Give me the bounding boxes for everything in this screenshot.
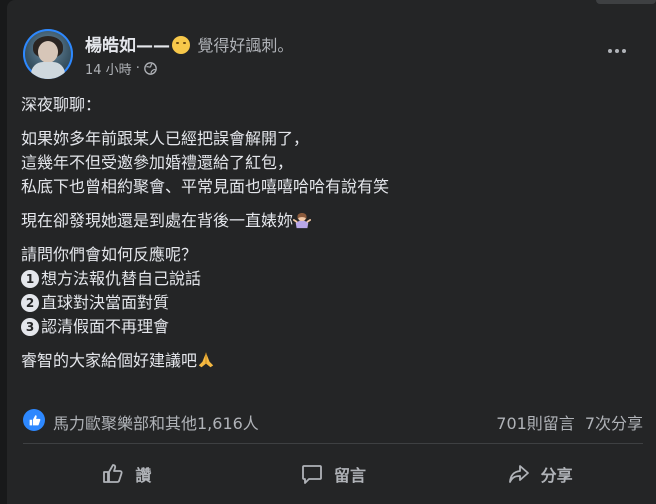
post-header: 楊皓如—— 覺得好諷刺。 14 小時 · <box>23 29 643 81</box>
post-line: 如果妳多年前跟某人已經把誤會解開了， <box>21 129 310 148</box>
option-text: 認清假面不再理會 <box>41 317 170 336</box>
feeling-text: 覺得好諷刺。 <box>197 36 294 55</box>
author-name[interactable]: 楊皓如—— <box>85 36 170 56</box>
action-bar: 讚 留言 分享 <box>23 452 643 496</box>
like-icon <box>103 464 123 483</box>
folded-hands-emoji-icon <box>198 352 214 368</box>
page-left-strip <box>0 0 7 504</box>
option-text: 直球對決當面對質 <box>41 293 170 312</box>
shares-count[interactable]: 7次分享 <box>585 410 643 434</box>
public-globe-icon[interactable] <box>143 62 157 75</box>
keycap-one-icon: 1 <box>21 270 39 288</box>
keycap-three-icon: 3 <box>21 318 39 336</box>
option-text: 想方法報仇替自己說話 <box>41 269 202 288</box>
post-line: 請問你們會如何反應呢？ <box>21 245 198 264</box>
post-meta: 14 小時 · <box>85 59 157 78</box>
stats-divider <box>23 443 643 444</box>
comment-button[interactable]: 留言 <box>230 452 437 496</box>
post-body: 深夜聊聊： 如果妳多年前跟某人已經把誤會解開了， 這幾年不但受邀參加婚禮還給了紅… <box>21 93 641 383</box>
shrug-woman-emoji-icon <box>293 213 312 229</box>
post-paragraph: 現在卻發現她還是到處在背後一直婊妳 <box>21 211 294 230</box>
scroll-edge <box>596 0 656 4</box>
comment-icon <box>302 465 322 484</box>
meta-separator: · <box>135 61 140 76</box>
more-dots-icon[interactable] <box>599 39 635 63</box>
reactions-count[interactable]: 馬力歐聚樂部和其他1,616人 <box>53 410 259 434</box>
post-timestamp[interactable]: 14 小時 <box>85 59 132 78</box>
feeling-emoji-icon <box>172 36 190 54</box>
post-card: 楊皓如—— 覺得好諷刺。 14 小時 · 深夜聊聊： 如果妳多年前跟某人已經把誤… <box>7 0 656 504</box>
keycap-two-icon: 2 <box>21 294 39 312</box>
engagement-counts: 701則留言 7次分享 <box>496 410 643 434</box>
share-icon <box>508 465 529 483</box>
post-line: 這幾年不但受邀參加婚禮還給了紅包， <box>21 153 294 172</box>
author-line: 楊皓如—— 覺得好諷刺。 <box>85 31 293 56</box>
thumbs-up-icon <box>23 409 45 431</box>
like-button[interactable]: 讚 <box>23 452 230 496</box>
author-avatar[interactable] <box>23 29 73 79</box>
comment-label: 留言 <box>334 466 367 485</box>
post-paragraph: 深夜聊聊： <box>21 95 102 114</box>
share-label: 分享 <box>540 466 573 485</box>
comments-count[interactable]: 701則留言 <box>496 410 575 434</box>
post-stats: 馬力歐聚樂部和其他1,616人 701則留言 7次分享 <box>23 406 643 434</box>
like-label: 讚 <box>135 466 152 485</box>
post-paragraph: 睿智的大家給個好建議吧 <box>21 351 198 370</box>
post-line: 私底下也曾相約聚會、平常見面也嘻嘻哈哈有說有笑 <box>21 177 390 196</box>
share-button[interactable]: 分享 <box>436 452 643 496</box>
